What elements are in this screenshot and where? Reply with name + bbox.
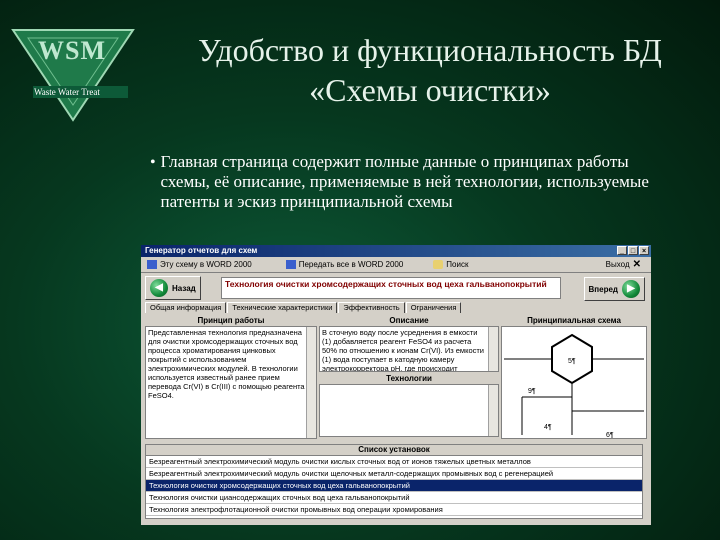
description-text: В сточную воду после усреднения в емкост… — [322, 328, 484, 372]
principle-textarea[interactable]: Представленная технология предназначена … — [145, 326, 317, 439]
scheme-label-4: 4¶ — [544, 424, 552, 431]
principle-scrollbar[interactable] — [306, 327, 316, 438]
search-icon — [433, 260, 444, 269]
scheme-panel: Принципиальная схема 5¶ 9¶ 4¶ 6¶ — [501, 316, 647, 441]
principle-text: Представленная технология предназначена … — [148, 328, 305, 400]
scheme-heading: Принципиальная схема — [527, 316, 621, 325]
back-button[interactable]: ◀ Назад — [145, 276, 201, 300]
exit-label: Выход — [605, 260, 630, 269]
list-item[interactable]: Технология электрофлотационной очистки п… — [146, 504, 642, 516]
tab-general[interactable]: Общая информация — [145, 302, 227, 313]
forward-button[interactable]: Вперед ▶ — [583, 277, 645, 301]
bullet-text: Главная страница содержит полные данные … — [160, 152, 649, 211]
word-doc-icon — [147, 260, 157, 269]
tab-efficiency[interactable]: Эффективность — [338, 302, 405, 313]
report-generator-window: Генератор отчетов для схем _ □ × Эту схе… — [141, 245, 651, 525]
scheme-image: 5¶ 9¶ 4¶ 6¶ — [501, 326, 647, 439]
export-word-label: Эту схему в WORD 2000 — [160, 260, 252, 269]
export-word-button[interactable]: Эту схему в WORD 2000 — [147, 260, 252, 269]
list-item[interactable]: Безреагентный электрохимический модуль о… — [146, 468, 642, 480]
window-titlebar: Генератор отчетов для схем _ □ × — [141, 245, 651, 257]
arrow-left-icon: ◀ — [150, 279, 168, 297]
scheme-label-6: 6¶ — [606, 432, 614, 438]
list-item-selected[interactable]: Технология очистки хромсодержащих сточны… — [146, 480, 642, 492]
installations-list: Список установок Безреагентный электрохи… — [145, 444, 643, 519]
installations-heading: Список установок — [146, 445, 642, 456]
forward-label: Вперед — [588, 284, 618, 294]
tab-strip: Общая информация Технические характерист… — [141, 302, 651, 313]
principle-panel: Принцип работы Представленная технология… — [145, 316, 317, 441]
technologies-heading: Технологии — [386, 374, 432, 383]
scheme-label-5: 5¶ — [568, 358, 576, 365]
maximize-icon[interactable]: □ — [628, 246, 638, 255]
toolbar: Эту схему в WORD 2000 Передать все в WOR… — [141, 257, 651, 273]
principle-heading: Принцип работы — [197, 316, 265, 325]
tab-limits[interactable]: Ограничения — [405, 302, 462, 313]
description-panel: Описание В сточную воду после усреднения… — [319, 316, 499, 441]
exit-button[interactable]: Выход ✕ — [606, 259, 641, 270]
scheme-drawing: 5¶ 9¶ 4¶ 6¶ — [504, 333, 644, 438]
technologies-scrollbar[interactable] — [488, 385, 498, 436]
logo-subtitle: Waste Water Treat — [34, 87, 100, 97]
bullet-dot-icon: • — [150, 154, 156, 171]
nav-row: ◀ Назад Технология очистки хромсодержащи… — [141, 273, 651, 303]
logo-text: WSM — [38, 36, 106, 65]
description-scrollbar[interactable] — [488, 327, 498, 371]
info-panels: Принцип работы Представленная технология… — [145, 316, 647, 441]
search-label: Поиск — [446, 260, 469, 269]
minimize-icon[interactable]: _ — [617, 246, 627, 255]
export-all-button[interactable]: Передать все в WORD 2000 — [285, 260, 404, 269]
close-icon[interactable]: × — [639, 246, 649, 255]
word-all-icon — [285, 260, 296, 269]
search-button[interactable]: Поиск — [433, 260, 468, 269]
technology-name-field[interactable]: Технология очистки хромсодержащих сточны… — [221, 277, 561, 299]
back-label: Назад — [172, 283, 196, 293]
scheme-label-9: 9¶ — [528, 388, 536, 395]
list-item[interactable]: Безреагентный электрохимический модуль о… — [146, 456, 642, 468]
technologies-list[interactable] — [319, 384, 499, 437]
export-all-label: Передать все в WORD 2000 — [298, 260, 404, 269]
bullet-item: • Главная страница содержит полные данны… — [150, 152, 670, 212]
list-item[interactable]: Технология очистки циансодержащих сточны… — [146, 492, 642, 504]
description-heading: Описание — [389, 316, 429, 325]
exit-x-icon: ✕ — [632, 259, 641, 270]
window-title: Генератор отчетов для схем — [145, 246, 258, 255]
tab-technical[interactable]: Технические характеристики — [227, 302, 338, 313]
slide-title: Удобство и функциональность БД «Схемы оч… — [198, 32, 662, 108]
description-textarea[interactable]: В сточную воду после усреднения в емкост… — [319, 326, 499, 372]
arrow-right-icon: ▶ — [622, 280, 640, 298]
